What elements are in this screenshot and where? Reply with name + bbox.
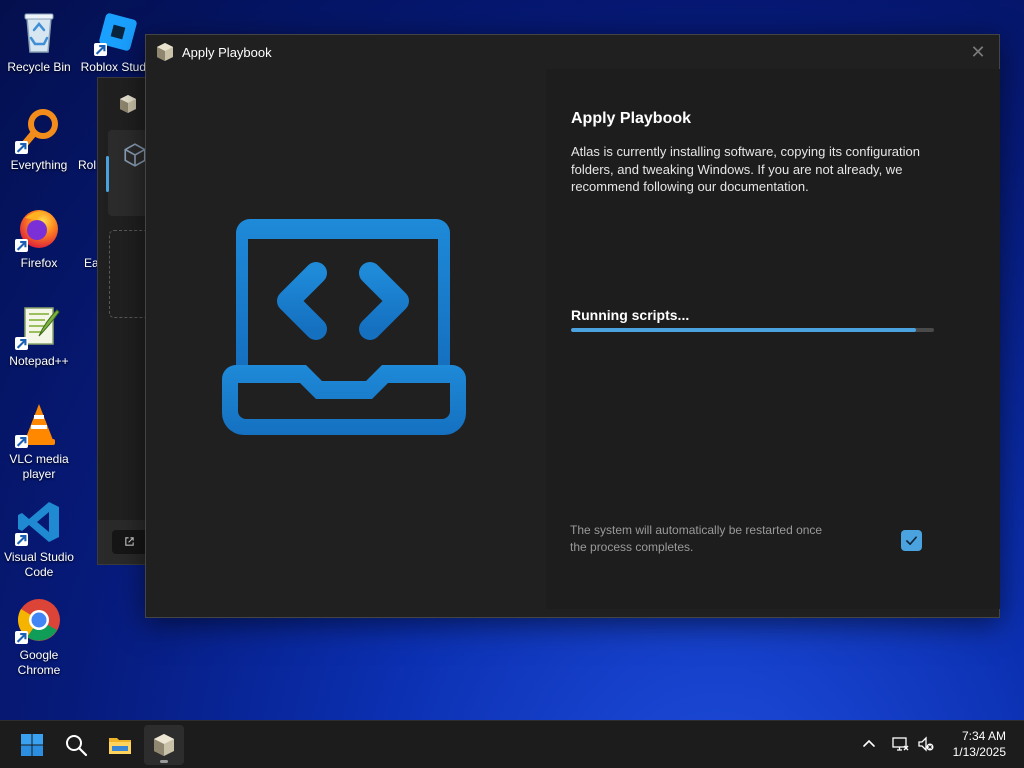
recycle-bin-icon <box>15 8 63 56</box>
vscode-icon <box>15 498 63 546</box>
file-explorer-button[interactable] <box>100 725 140 765</box>
desktop-icon-label: Google Chrome <box>17 648 61 677</box>
desktop-icon-partial-roblox[interactable]: Rol <box>78 106 98 173</box>
close-icon: ✕ <box>970 42 986 62</box>
tray-overflow-button[interactable] <box>858 733 880 755</box>
search-button[interactable] <box>56 725 96 765</box>
clock-time: 7:34 AM <box>961 729 1006 743</box>
desktop-icon-firefox[interactable]: Firefox <box>0 204 78 271</box>
roblox-studio-icon <box>94 8 142 56</box>
chevron-up-icon <box>863 739 875 747</box>
dialog-title: Apply Playbook <box>182 45 272 60</box>
shortcut-arrow-icon <box>15 239 28 252</box>
file-explorer-icon <box>109 738 131 754</box>
volume-button[interactable] <box>915 733 937 755</box>
vlc-icon <box>15 400 63 448</box>
laptop-code-icon <box>218 215 470 437</box>
desktop-icon-chrome[interactable]: Google Chrome <box>0 596 78 678</box>
close-button[interactable]: ✕ <box>963 39 993 65</box>
progress-bar <box>571 328 934 332</box>
checkmark-icon <box>906 536 917 546</box>
roblox-icon <box>78 106 98 154</box>
shortcut-arrow-icon <box>15 337 28 350</box>
firefox-icon <box>15 204 63 252</box>
taskbar: 7:34 AM 1/13/2025 <box>0 720 1024 768</box>
desktop-icon-recycle-bin[interactable]: Recycle Bin <box>0 8 78 75</box>
restart-checkbox[interactable] <box>901 530 922 551</box>
chrome-icon <box>15 596 63 644</box>
desktop-icon-label: Visual Studio Code <box>4 550 74 579</box>
shortcut-arrow-icon <box>94 43 107 56</box>
restart-note: The system will automatically be restart… <box>570 523 823 554</box>
desktop-icon-label: Everything <box>10 158 68 172</box>
desktop-icon-notepadpp[interactable]: Notepad++ <box>0 302 78 369</box>
notepadpp-icon <box>15 302 63 350</box>
shortcut-arrow-icon <box>15 141 28 154</box>
start-button[interactable] <box>12 725 52 765</box>
clock-date: 1/13/2025 <box>952 745 1006 759</box>
selection-indicator <box>106 156 109 192</box>
external-link-icon <box>125 537 134 546</box>
system-clock[interactable]: 7:34 AM 1/13/2025 <box>953 728 1006 760</box>
progress-bar-fill <box>571 328 916 332</box>
desktop-icon-label: Ea <box>84 256 98 270</box>
desktop-icon-vscode[interactable]: Visual Studio Code <box>0 498 78 580</box>
shortcut-arrow-icon <box>15 435 28 448</box>
shortcut-arrow-icon <box>15 631 28 644</box>
atlas-logo-icon <box>155 42 175 62</box>
apply-playbook-dialog[interactable]: Apply Playbook ✕ Apply Playbook Atlas is… <box>145 34 1000 618</box>
desktop-icon-label: Firefox <box>20 256 58 270</box>
desktop-icon-label: Notepad++ <box>9 354 69 368</box>
dialog-titlebar[interactable]: Apply Playbook ✕ <box>146 35 999 69</box>
desktop-icon-label: Rol <box>78 158 97 172</box>
dialog-description: Atlas is currently installing software, … <box>571 144 920 194</box>
atlas-toolbox-button[interactable] <box>144 725 184 765</box>
network-icon <box>892 737 909 751</box>
desktop-icon-everything[interactable]: Everything <box>0 106 78 173</box>
desktop-icon-label: VLC media player <box>9 452 69 481</box>
network-button[interactable] <box>889 733 911 755</box>
desktop-icon-partial-third[interactable]: Ea <box>84 204 98 271</box>
dialog-heading: Apply Playbook <box>571 110 692 127</box>
desktop-icon-label: Recycle Bin <box>7 60 71 74</box>
start-icon <box>21 734 43 756</box>
volume-muted-icon <box>918 736 934 752</box>
shortcut-arrow-icon <box>15 533 28 546</box>
atlas-toolbox-icon <box>154 734 174 756</box>
everything-search-icon <box>15 106 63 154</box>
atlas-logo-icon <box>118 94 138 114</box>
desktop-icon-vlc[interactable]: VLC media player <box>0 400 78 482</box>
progress-label: Running scripts... <box>571 307 690 323</box>
app-icon <box>84 204 98 252</box>
search-icon <box>66 735 88 757</box>
